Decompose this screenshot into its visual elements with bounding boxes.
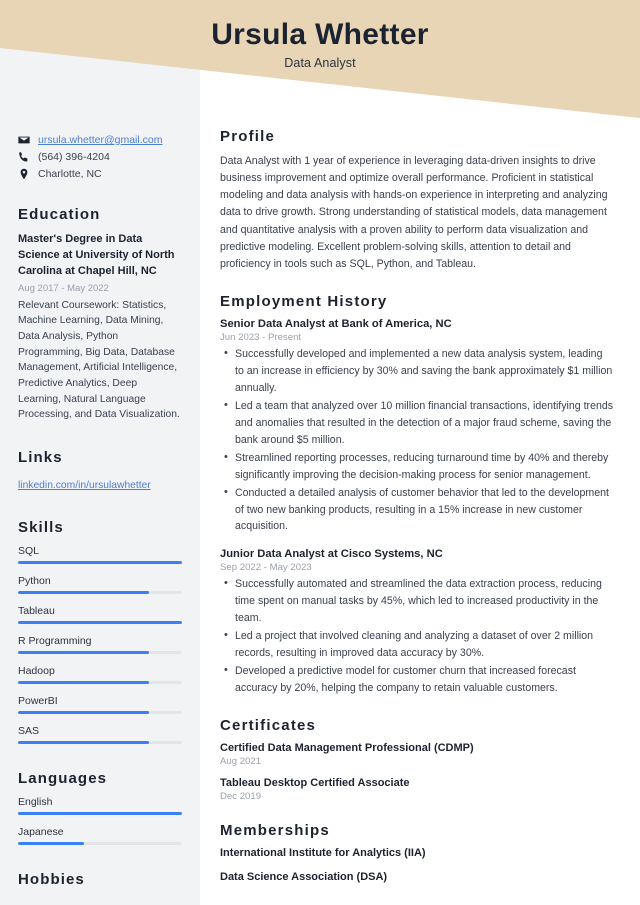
memberships-heading: Memberships <box>220 821 330 839</box>
memberships-section: Memberships International Institute for … <box>220 822 614 883</box>
education-heading: Education <box>18 206 101 223</box>
skill-item: PowerBI <box>18 695 182 714</box>
skill-level-track <box>18 680 182 684</box>
skill-item: Hadoop <box>18 665 182 684</box>
skill-level-track <box>18 710 182 714</box>
contact-location-text: Charlotte, NC <box>38 168 102 180</box>
contact-email-row[interactable]: ursula.whetter@gmail.com <box>18 134 182 146</box>
job-entry: Senior Data Analyst at Bank of America, … <box>220 318 614 535</box>
contact-block: ursula.whetter@gmail.com (564) 396-4204 … <box>18 134 182 180</box>
skills-heading: Skills <box>18 518 64 536</box>
job-bullet: Developed a predictive model for custome… <box>220 662 614 697</box>
links-heading: Links <box>18 448 63 466</box>
hobbies-section: Hobbies <box>18 871 182 888</box>
links-section: Links linkedin.com/in/ursulawhetter <box>18 449 182 493</box>
certificate-title: Certified Data Management Professional (… <box>220 741 474 754</box>
skill-label: PowerBI <box>18 694 58 707</box>
employment-section: Employment History Senior Data Analyst a… <box>220 293 614 697</box>
job-bullet: Led a project that involved cleaning and… <box>220 627 614 662</box>
membership-item: Data Science Association (DSA) <box>220 870 388 883</box>
skill-level-fill <box>18 590 150 594</box>
skill-level-fill <box>18 650 150 654</box>
language-level-fill <box>18 811 182 815</box>
hobbies-heading: Hobbies <box>18 870 85 888</box>
phone-icon <box>18 151 30 163</box>
job-bullet: Successfully developed and implemented a… <box>220 345 614 397</box>
certificate-entry: Certified Data Management Professional (… <box>220 742 614 767</box>
language-level-fill <box>18 841 84 845</box>
skills-section: Skills SQL Python Tableau R Programming <box>18 519 182 744</box>
certificate-title: Tableau Desktop Certified Associate <box>220 776 410 789</box>
certificates-heading: Certificates <box>220 716 317 734</box>
job-entry: Junior Data Analyst at Cisco Systems, NC… <box>220 548 614 697</box>
certificate-date: Aug 2021 <box>220 755 262 767</box>
education-date: Aug 2017 - May 2022 <box>18 282 109 294</box>
link-item-linkedin[interactable]: linkedin.com/in/ursulawhetter <box>18 480 151 491</box>
language-level-track <box>18 811 182 815</box>
contact-email-text[interactable]: ursula.whetter@gmail.com <box>38 134 162 146</box>
skill-level-track <box>18 620 182 624</box>
job-bullet-list: Successfully developed and implemented a… <box>220 345 614 536</box>
education-degree: Master's Degree in Data Science at Unive… <box>18 233 175 277</box>
job-title: Senior Data Analyst at Bank of America, … <box>220 318 452 331</box>
skill-label: R Programming <box>18 634 92 647</box>
contact-phone-text: (564) 396-4204 <box>38 151 110 163</box>
languages-section: Languages English Japanese <box>18 770 182 845</box>
contact-location-row: Charlotte, NC <box>18 168 182 180</box>
main-content: Profile Data Analyst with 1 year of expe… <box>200 128 640 903</box>
skill-item: R Programming <box>18 635 182 654</box>
languages-heading: Languages <box>18 769 108 787</box>
job-bullet: Led a team that analyzed over 10 million… <box>220 397 614 449</box>
envelope-icon <box>18 134 30 146</box>
skill-level-track <box>18 650 182 654</box>
skill-level-track <box>18 740 182 744</box>
skill-level-track <box>18 590 182 594</box>
skill-item: SQL <box>18 545 182 564</box>
job-date: Jun 2023 - Present <box>220 332 302 344</box>
certificates-section: Certificates Certified Data Management P… <box>220 717 614 802</box>
skill-level-fill <box>18 680 150 684</box>
job-bullet: Conducted a detailed analysis of custome… <box>220 484 614 536</box>
skill-label: SQL <box>18 544 40 557</box>
header-decorative-band <box>0 0 640 130</box>
skill-level-fill <box>18 710 150 714</box>
job-date: Sep 2022 - May 2023 <box>220 562 312 574</box>
profile-section: Profile Data Analyst with 1 year of expe… <box>220 128 614 273</box>
profile-text: Data Analyst with 1 year of experience i… <box>220 155 608 270</box>
membership-item: International Institute for Analytics (I… <box>220 846 426 859</box>
job-bullet: Successfully automated and streamlined t… <box>220 575 614 627</box>
employment-heading: Employment History <box>220 293 388 311</box>
certificate-date: Dec 2019 <box>220 790 262 802</box>
language-label: English <box>18 795 53 808</box>
skill-item: Python <box>18 575 182 594</box>
language-item: Japanese <box>18 826 182 845</box>
skill-level-fill <box>18 620 182 624</box>
language-item: English <box>18 796 182 815</box>
skill-label: Python <box>18 574 51 587</box>
education-description: Relevant Coursework: Statistics, Machine… <box>18 299 180 421</box>
skill-item: Tableau <box>18 605 182 624</box>
certificate-entry: Tableau Desktop Certified Associate Dec … <box>220 777 614 802</box>
map-pin-icon <box>18 168 30 180</box>
skill-label: Hadoop <box>18 664 55 677</box>
education-section: Education Master's Degree in Data Scienc… <box>18 206 182 423</box>
skill-level-track <box>18 560 182 564</box>
skill-item: SAS <box>18 725 182 744</box>
skill-label: Tableau <box>18 604 55 617</box>
skill-level-fill <box>18 740 150 744</box>
profile-heading: Profile <box>220 128 276 145</box>
education-entry: Master's Degree in Data Science at Unive… <box>18 232 182 423</box>
contact-phone-row: (564) 396-4204 <box>18 151 182 163</box>
skill-label: SAS <box>18 724 40 737</box>
skill-level-fill <box>18 560 182 564</box>
language-level-track <box>18 841 182 845</box>
sidebar: ursula.whetter@gmail.com (564) 396-4204 … <box>0 134 200 897</box>
job-bullet: Streamlined reporting processes, reducin… <box>220 449 614 484</box>
job-bullet-list: Successfully automated and streamlined t… <box>220 575 614 697</box>
language-label: Japanese <box>18 825 64 838</box>
job-title: Junior Data Analyst at Cisco Systems, NC <box>220 548 443 561</box>
